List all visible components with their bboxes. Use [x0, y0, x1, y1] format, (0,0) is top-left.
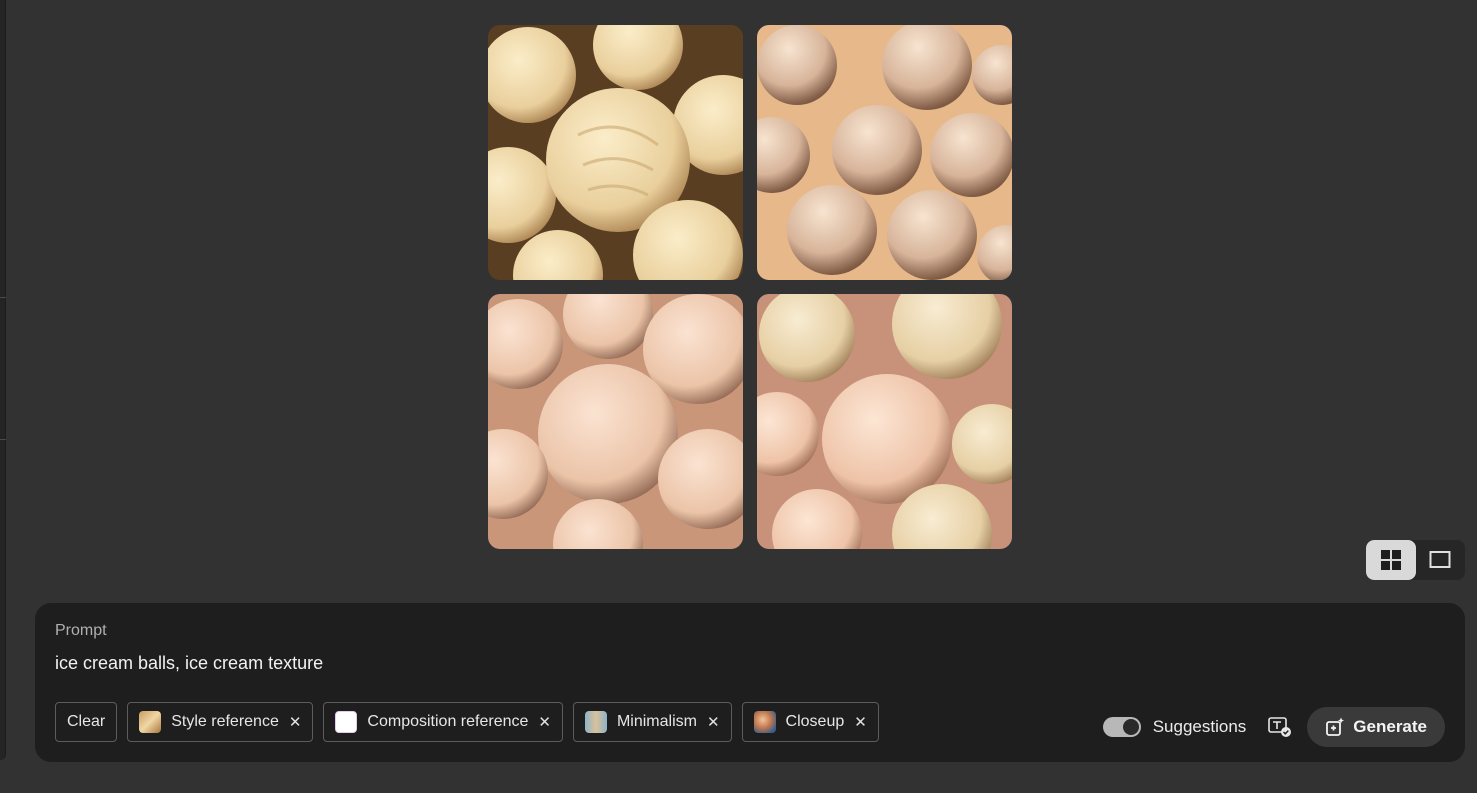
left-panel-edge — [0, 0, 6, 760]
style-reference-thumbnail — [139, 711, 162, 733]
composition-reference-thumbnail — [335, 711, 358, 733]
ice-cream-image — [757, 294, 1012, 549]
panel-divider — [0, 439, 6, 440]
generated-image-3[interactable] — [488, 294, 743, 549]
style-reference-chip[interactable]: Style reference ✕ — [127, 702, 314, 742]
panel-divider — [0, 297, 6, 298]
generated-image-4[interactable] — [757, 294, 1012, 549]
generate-icon — [1326, 717, 1345, 736]
generated-image-2[interactable] — [757, 25, 1012, 280]
close-icon[interactable]: ✕ — [538, 713, 551, 731]
minimalism-thumbnail — [584, 711, 607, 733]
close-icon[interactable]: ✕ — [854, 713, 867, 731]
closeup-thumbnail — [753, 711, 776, 733]
minimalism-label: Minimalism — [616, 713, 697, 730]
closeup-label: Closeup — [785, 713, 845, 730]
generate-button[interactable]: Generate — [1307, 707, 1445, 747]
content-credentials-button[interactable] — [1268, 715, 1292, 739]
single-view-icon — [1429, 551, 1451, 568]
suggestions-toggle[interactable] — [1102, 717, 1141, 737]
prompt-input[interactable]: ice cream balls, ice cream texture — [55, 653, 323, 674]
suggestions-label: Suggestions — [1152, 717, 1247, 736]
prompt-label: Prompt — [55, 622, 107, 639]
minimalism-chip[interactable]: Minimalism ✕ — [572, 702, 732, 742]
image-grid — [488, 25, 1012, 549]
generate-label: Generate — [1353, 717, 1427, 736]
grid-view-button[interactable] — [1366, 540, 1416, 580]
prompt-chips: Clear Style reference ✕ Composition refe… — [55, 702, 879, 742]
style-reference-label: Style reference — [171, 713, 279, 730]
ice-cream-image — [488, 294, 743, 549]
closeup-chip[interactable]: Closeup ✕ — [741, 702, 879, 742]
generated-image-1[interactable] — [488, 25, 743, 280]
toggle-knob — [1122, 719, 1139, 735]
clear-label: Clear — [67, 713, 106, 730]
close-icon[interactable]: ✕ — [707, 713, 720, 731]
close-icon[interactable]: ✕ — [289, 713, 302, 731]
ice-cream-image — [757, 25, 1012, 280]
composition-reference-chip[interactable]: Composition reference ✕ — [323, 702, 563, 742]
view-toggle — [1366, 540, 1465, 580]
composition-reference-label: Composition reference — [367, 713, 529, 730]
ice-cream-image — [488, 25, 743, 280]
generate-controls: Suggestions Generate — [1102, 707, 1445, 747]
prompt-panel: Prompt ice cream balls, ice cream textur… — [35, 603, 1465, 762]
single-view-button[interactable] — [1416, 540, 1466, 580]
content-credentials-icon — [1268, 717, 1292, 737]
clear-button[interactable]: Clear — [55, 702, 118, 742]
grid-view-icon — [1380, 550, 1401, 570]
